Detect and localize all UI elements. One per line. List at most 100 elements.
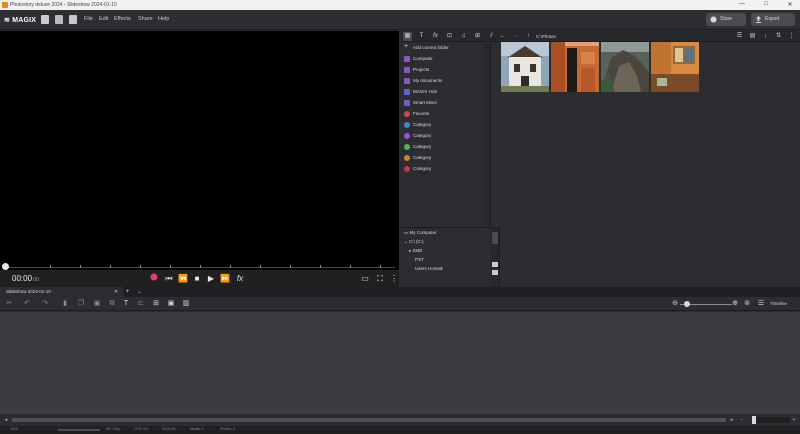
cart-icon: ⊞ [474,33,481,39]
download-button[interactable]: ↓ [761,32,770,41]
tree-item-computer[interactable]: Computer [403,54,489,64]
timeline-label[interactable]: Timeline [770,301,787,306]
tree-item-favorite[interactable]: Favorite [403,109,489,119]
tree-item-my-documents[interactable]: My documents [403,76,489,86]
thumbnail-orange-building[interactable] [551,42,599,92]
forward-button[interactable]: → [511,32,520,41]
scroll-thumb[interactable] [492,232,498,244]
menu-edit[interactable]: Edit [99,16,108,22]
menu-file[interactable]: File [84,16,93,22]
cut-button[interactable]: ✂ [4,299,14,309]
add-tab-button[interactable]: + [123,287,132,297]
image-effects-button[interactable]: ▣ [166,299,176,309]
music-icon: ♫ [461,33,466,39]
scroll-right-button[interactable]: ▸ [728,416,736,424]
transitions-tab[interactable]: ⫽ [487,32,496,41]
go-to-start-button[interactable]: ⏮ [164,273,174,284]
close-button[interactable]: ✕ [784,1,796,8]
save-folder-button[interactable]: ▤ [748,32,757,41]
titles-tab[interactable]: T [417,32,426,41]
export-button[interactable]: Export [751,13,795,26]
timeline-mode-button[interactable]: ☰ [756,299,766,309]
scroll-left-button[interactable]: ◂ [2,416,10,424]
drive-scrollbar[interactable] [491,228,499,287]
tree-item-category[interactable]: Category [403,120,489,130]
preview-menu-button[interactable]: ⋮ [389,273,399,284]
open-folder-icon[interactable] [55,15,63,24]
zoom-in-button[interactable]: ⊕ [730,299,740,309]
minimize-button[interactable]: — [736,1,748,7]
thumbnail-size-handle[interactable] [752,416,756,424]
thumbnail-white-house[interactable] [501,42,549,92]
more-icon: ⋮ [390,274,398,283]
tab-menu-button[interactable]: ⌄ [135,287,144,297]
stop-button[interactable]: ■ [192,273,202,284]
storyboard-area[interactable] [0,312,800,414]
fit-view-button[interactable]: ⊚ [742,299,752,309]
store-button[interactable]: Store [706,13,746,26]
zoom-out-small-button[interactable]: − [738,416,746,424]
music-tab[interactable]: ♫ [459,32,468,41]
save-icon[interactable] [69,15,77,24]
insert-title-button[interactable]: T [121,299,131,309]
up-folder-button[interactable]: ↑ [524,32,533,41]
import-tab[interactable]: ▦ [403,32,412,41]
status-bar: 1920 HD 720p CPU: 0% 00:00:00 Media: 0 P… [0,426,800,434]
tree-item-add-folder[interactable]: + Add current folder [403,43,489,53]
tree-item-magix-hub[interactable]: MAGIX Hub [403,87,489,97]
effects-tab[interactable]: fx [431,32,440,41]
tree-item-projects[interactable]: Projects [403,65,489,75]
sort-button[interactable]: ⇅ [774,32,783,41]
menu-effects[interactable]: Effects [114,16,131,22]
play-button[interactable]: ▶ [206,273,216,284]
duplicate-button[interactable]: ⧉ [107,299,117,309]
add-folder-icon[interactable] [492,262,498,267]
templates-tab[interactable]: ⊡ [445,32,454,41]
delete-button[interactable]: ▮ [60,299,70,309]
new-file-icon[interactable] [41,15,49,24]
split-button[interactable]: ⊞ [151,299,161,309]
tree-item-category[interactable]: Category [403,153,489,163]
undo-button[interactable]: ↶ [22,299,32,309]
media-path[interactable]: C:\Photos [536,33,556,40]
view-options-button[interactable]: ☰ [735,32,744,41]
menu-help[interactable]: Help [158,16,169,22]
slideshow-settings-button[interactable]: ▥ [181,299,191,309]
zoom-slider-handle[interactable] [684,301,690,307]
redo-button[interactable]: ↷ [40,299,50,309]
fast-forward-button[interactable]: ⏩ [220,273,230,284]
copy-button[interactable]: ❐ [76,299,86,309]
close-tab-icon[interactable]: ✕ [114,287,118,297]
paste-button[interactable]: ▣ [92,299,102,309]
project-tab[interactable]: Slideshow 2024-01-10 ✕ [0,287,123,297]
thumbnail-size-track[interactable] [752,417,790,423]
zoom-in-small-button[interactable]: + [790,416,798,424]
magix-logo: ≋ MAGIX [4,17,37,24]
thumbnail-orange-wall[interactable] [651,42,699,92]
drive-item-users[interactable]: Users Home$ [415,264,443,274]
tree-item-category[interactable]: Category [403,131,489,141]
video-preview[interactable] [0,31,399,270]
photo-orange-wall [651,42,699,92]
crop-button[interactable]: ⊏ [136,299,146,309]
back-button[interactable]: ← [498,32,507,41]
maximize-button[interactable]: □ [760,1,772,7]
folder-icon[interactable] [492,270,498,275]
rewind-button[interactable]: ⏪ [178,273,188,284]
tree-item-category[interactable]: Category [403,164,489,174]
fullscreen-button[interactable]: ⛶ [375,273,385,284]
thumbnail-rock-cliff[interactable] [601,42,649,92]
playhead-handle[interactable] [2,263,9,270]
tree-scrollbar[interactable] [484,43,490,226]
media-pool-menu-button[interactable]: ⋮ [787,32,796,41]
cast-button[interactable]: ▭ [360,273,370,284]
cast-icon: ▭ [361,274,369,283]
menu-share[interactable]: Share [138,16,153,22]
tree-item-category[interactable]: Category [403,142,489,152]
record-button[interactable] [149,273,159,284]
store-tab[interactable]: ⊞ [473,32,482,41]
scroll-track[interactable] [12,418,726,422]
tree-item-smart-mixer[interactable]: Smart Mixer [403,98,489,108]
zoom-out-button[interactable]: ⊖ [670,299,680,309]
effects-button[interactable]: fx [235,273,245,284]
